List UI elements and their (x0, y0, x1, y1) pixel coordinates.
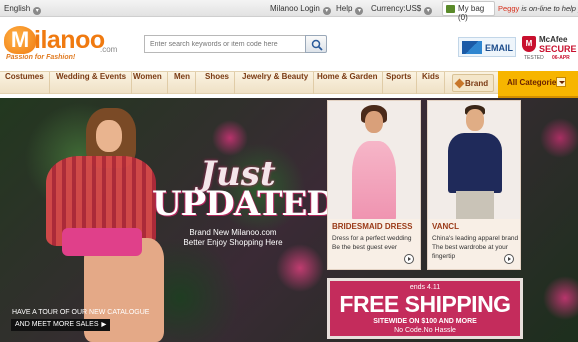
logo-wordmark: ilanoo (34, 26, 105, 54)
nav-item-shoes[interactable]: Shoes (200, 72, 236, 94)
bridesmaid-dress-card[interactable]: BRIDESMAID DRESS Dress for a perfect wed… (327, 100, 421, 270)
nav-item-wedding-events[interactable]: Wedding & Events (51, 72, 133, 94)
search-input[interactable] (144, 35, 306, 53)
hero-subtext-line-2: Better Enjoy Shopping Here (183, 238, 283, 247)
search-icon (311, 39, 323, 51)
play-arrow-icon: ▶ (101, 322, 107, 328)
top-utility-bar: English ▾ Milanoo Login ▾ Help ▾ Currency:U… (0, 0, 578, 22)
hero-banner[interactable]: Just UPDATED! Brand New Milanoo.com Bett… (0, 98, 578, 342)
bridesmaid-dress-image (328, 101, 420, 219)
logo-m-mark: M (4, 26, 36, 54)
chevron-down-icon: ▾ (33, 7, 42, 15)
help-label: Help (336, 4, 353, 13)
nav-item-costumes[interactable]: Costumes (0, 72, 50, 94)
mcafee-secure-badge[interactable]: M McAfee SECURE TESTED 06-APR (522, 34, 577, 61)
catalogue-tour-text: HAVE A TOUR OF OUR NEW CATALOGUE (12, 309, 150, 316)
category-nav: Costumes Wedding & Events Women Men Shoe… (0, 71, 578, 94)
nav-item-men[interactable]: Men (169, 72, 196, 94)
mcafee-date: 06-APR (552, 55, 570, 61)
vancl-card[interactable]: VANCL China's leading apparel brand The … (427, 100, 521, 270)
free-shipping-banner[interactable]: ends 4.11 FREE SHIPPING SITEWIDE ON $100… (327, 278, 523, 339)
nav-item-kids[interactable]: Kids (417, 72, 446, 94)
vancl-model-image (428, 101, 520, 219)
login-menu[interactable]: Milanoo Login ▾ (270, 4, 331, 15)
currency-label: Currency:US$ (371, 4, 422, 13)
mcafee-tested-label: TESTED (524, 55, 544, 61)
nav-item-women[interactable]: Women (128, 72, 168, 94)
all-categories-dropdown[interactable]: All Categories (498, 71, 578, 98)
milanoo-logo[interactable]: M ilanoo .com Passion for Fashion! (4, 26, 134, 61)
email-badge-icon (462, 41, 482, 54)
my-bag-button[interactable]: My bag (0) (442, 1, 495, 22)
chevron-down-icon (556, 77, 566, 87)
hero-model-image (26, 108, 176, 342)
shopping-bag-icon (446, 5, 455, 13)
chat-status-text: is on-line to help you (521, 4, 578, 13)
mcafee-brand: McAfee (539, 35, 568, 44)
meet-more-sales-label: AND MEET MORE SALES (15, 321, 99, 328)
nav-item-home-garden[interactable]: Home & Garden (312, 72, 384, 94)
search-button[interactable] (305, 35, 327, 53)
email-badge-label: EMAIL (485, 43, 513, 53)
card-description: Dress for a perfect wedding Be the best … (332, 235, 412, 251)
logo-domain: .com (100, 45, 118, 54)
chevron-down-icon: ▾ (424, 7, 433, 15)
nav-brand-label: Brand (465, 79, 489, 88)
nav-item-jewelry-beauty[interactable]: Jewelry & Beauty (237, 72, 315, 94)
meet-more-sales-link[interactable]: AND MEET MORE SALES ▶ (11, 319, 111, 331)
language-selector[interactable]: English ▾ (4, 4, 42, 15)
logo-tagline: Passion for Fashion! (6, 54, 76, 61)
promo-end-date: ends 4.11 (409, 284, 441, 291)
all-categories-label: All Categories (507, 78, 561, 87)
hero-subtext-line-1: Brand New Milanoo.com (189, 228, 277, 237)
nav-item-brand[interactable]: Brand (452, 74, 495, 92)
card-title: BRIDESMAID DRESS (332, 222, 413, 231)
chevron-down-icon: ▾ (355, 7, 364, 15)
chat-agent-name: Peggy (498, 4, 520, 13)
currency-selector[interactable]: Currency:US$ ▾ (371, 4, 433, 15)
hero-subtext: Brand New Milanoo.com Better Enjoy Shopp… (178, 228, 288, 248)
promo-headline: FREE SHIPPING (339, 291, 511, 317)
mcafee-secure-label: SECURE (539, 44, 577, 54)
card-title: VANCL (432, 222, 459, 231)
promo-no-code-text: No Code.No Hassle (394, 327, 456, 334)
language-label: English (4, 4, 31, 13)
nav-item-sports[interactable]: Sports (381, 72, 418, 94)
chevron-down-icon: ▾ (322, 7, 331, 15)
help-menu[interactable]: Help ▾ (336, 4, 364, 15)
login-label: Milanoo Login (270, 4, 320, 13)
promo-sitewide-text: SITEWIDE ON $100 AND MORE (373, 318, 477, 325)
hero-headline-updated: UPDATED! (152, 184, 350, 224)
arrow-right-circle-icon[interactable] (404, 254, 414, 264)
tag-icon (454, 78, 465, 89)
arrow-right-circle-icon[interactable] (504, 254, 514, 264)
my-bag-label: My bag (0) (458, 4, 485, 22)
email-verified-badge[interactable]: EMAIL (458, 37, 516, 57)
live-chat-link[interactable]: Peggy is on-line to help you (498, 4, 578, 13)
mcafee-shield-icon: M (522, 36, 536, 52)
